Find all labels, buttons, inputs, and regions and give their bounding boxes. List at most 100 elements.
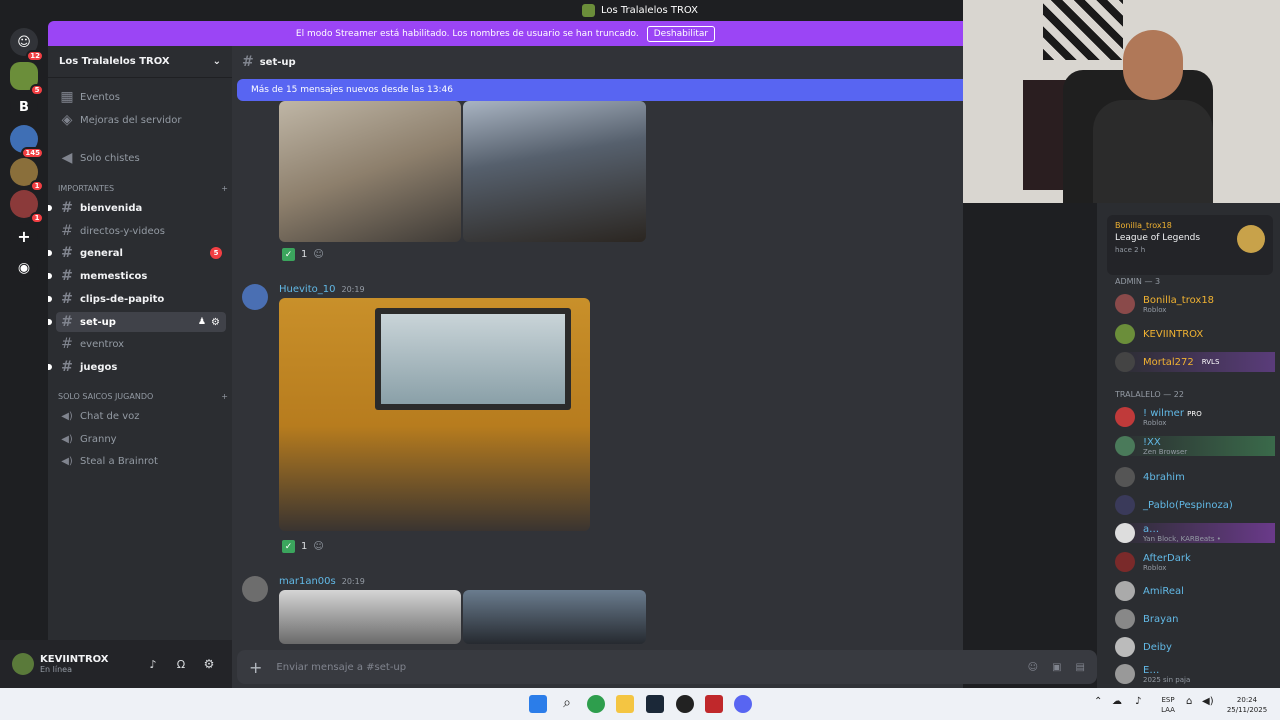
- attachment-image[interactable]: [279, 590, 461, 644]
- channel-directos-y-videos[interactable]: # directos-y-videos: [56, 221, 226, 241]
- server-header[interactable]: Los Tralalelos TROX ⌄: [48, 46, 232, 78]
- server-initial: B: [19, 99, 29, 115]
- attachment-image[interactable]: [279, 298, 590, 531]
- hash-icon: #: [61, 268, 73, 284]
- settings-gear-icon[interactable]: ⚙: [198, 657, 220, 671]
- channel-clips-de-papito[interactable]: # clips-de-papito: [48, 289, 226, 309]
- server-name: Los Tralalelos TROX: [59, 56, 170, 67]
- gift-icon[interactable]: ▤: [1076, 662, 1085, 673]
- member-item[interactable]: 4brahim: [1115, 467, 1185, 487]
- message-input[interactable]: Enviar mensaje a #set-up: [276, 662, 1013, 673]
- plus-icon[interactable]: +: [221, 392, 228, 401]
- cloud-icon[interactable]: ☁: [1112, 697, 1122, 707]
- attachment-image[interactable]: [463, 101, 646, 242]
- member-item[interactable]: !XX Zen Browser: [1115, 436, 1275, 456]
- channel-bienvenida[interactable]: # bienvenida: [48, 198, 226, 218]
- voice-channel-steal[interactable]: ◀) Steal a Brainrot: [56, 451, 226, 471]
- server-icon-trox[interactable]: 5: [10, 62, 44, 96]
- app-icon[interactable]: [676, 695, 694, 713]
- microphone-icon[interactable]: ♪: [142, 658, 164, 671]
- category-solo-saicos[interactable]: SOLO SAICOS JUGANDO +: [58, 392, 228, 401]
- channel-memesticos[interactable]: # memesticos: [48, 266, 226, 286]
- voice-channel-chat[interactable]: ◀) Chat de voz: [56, 406, 226, 426]
- avatar[interactable]: [12, 653, 34, 675]
- voice-channel-granny[interactable]: ◀) Granny: [56, 429, 226, 449]
- disable-streamer-button[interactable]: Deshabilitar: [646, 25, 716, 42]
- activity-card[interactable]: Bonilla_trox18 League of Legends hace 2 …: [1107, 215, 1273, 275]
- reaction-check[interactable]: ✓ 1 ☺: [282, 248, 324, 261]
- gif-icon[interactable]: ▣: [1052, 662, 1061, 673]
- app-icon[interactable]: [705, 695, 723, 713]
- add-server-button[interactable]: +: [10, 222, 38, 250]
- member-item[interactable]: KEVIINTROX: [1115, 324, 1203, 344]
- user-info[interactable]: KEVIINTROX En línea: [40, 654, 136, 674]
- emoji-icon[interactable]: ☺: [1028, 662, 1038, 673]
- language-indicator[interactable]: ESP LAA: [1158, 695, 1178, 715]
- channel-eventrox[interactable]: # eventrox: [56, 334, 226, 354]
- discord-icon[interactable]: [734, 695, 752, 713]
- member-item[interactable]: Brayan: [1115, 609, 1178, 629]
- unread-dot: [48, 296, 52, 302]
- boosts-item[interactable]: ◈ Mejoras del servidor: [56, 110, 226, 130]
- hash-icon: #: [61, 223, 73, 239]
- new-messages-bar[interactable]: Más de 15 mensajes nuevos desde las 13:4…: [237, 79, 963, 101]
- role-category-tralalelo: TRALALELO — 22: [1115, 390, 1184, 399]
- network-icon[interactable]: ⌂: [1186, 697, 1192, 707]
- message-author[interactable]: Huevito_10: [279, 284, 335, 295]
- message-author[interactable]: mar1an00s: [279, 576, 336, 587]
- member-item[interactable]: Deiby: [1115, 637, 1172, 657]
- avatar[interactable]: [242, 284, 268, 310]
- volume-icon[interactable]: ◀): [1202, 697, 1214, 707]
- channel-label: directos-y-videos: [80, 225, 165, 237]
- channel-label: eventrox: [80, 338, 125, 350]
- clock-time: 20:24: [1236, 696, 1258, 704]
- check-icon: ✓: [282, 540, 295, 553]
- chrome-icon[interactable]: [587, 695, 605, 713]
- channel-label: memesticos: [80, 270, 148, 282]
- add-member-icon[interactable]: ♟: [198, 317, 206, 327]
- member-item[interactable]: AfterDark Roblox: [1115, 552, 1191, 572]
- chevron-up-icon[interactable]: ⌃: [1094, 697, 1102, 707]
- member-item[interactable]: _Pablo(Pespinoza): [1115, 495, 1233, 515]
- file-explorer-icon[interactable]: [616, 695, 634, 713]
- member-item[interactable]: Bonilla_trox18 Roblox: [1115, 294, 1214, 314]
- member-item[interactable]: Mortal272 RVLS: [1115, 352, 1275, 372]
- member-item[interactable]: AmiReal: [1115, 581, 1184, 601]
- member-name: ! wilmer: [1143, 407, 1184, 419]
- channel-general[interactable]: # general 5: [48, 243, 226, 263]
- plus-icon[interactable]: +: [221, 184, 228, 193]
- start-icon[interactable]: [529, 695, 547, 713]
- member-item[interactable]: E… 2025 sin paja: [1115, 664, 1190, 684]
- member-name: AfterDark: [1143, 552, 1191, 564]
- settings-gear-icon[interactable]: ⚙: [211, 317, 220, 328]
- explore-servers-button[interactable]: ◉: [10, 254, 38, 282]
- speaker-icon: ◀): [61, 433, 73, 445]
- channel-solo-chistes[interactable]: ◀ Solo chistes: [56, 148, 226, 168]
- member-item[interactable]: a… Yan Block, KARBeats •: [1115, 523, 1275, 543]
- reaction-check[interactable]: ✓ 1 ☺: [282, 540, 324, 553]
- add-reaction-icon[interactable]: ☺: [313, 249, 323, 260]
- streamer-shirt: [1093, 100, 1213, 203]
- microphone-icon[interactable]: ♪: [1135, 697, 1141, 707]
- direct-messages-button[interactable]: ☺ 12: [10, 28, 44, 62]
- streamer-mode-banner: El modo Streamer está habilitado. Los no…: [48, 21, 963, 46]
- add-reaction-icon[interactable]: ☺: [313, 541, 323, 552]
- member-item[interactable]: ! wilmer PRO Roblox: [1115, 407, 1202, 427]
- member-list: Bonilla_trox18 League of Legends hace 2 …: [1097, 203, 1280, 688]
- attachment-image[interactable]: [279, 101, 461, 242]
- server-icon-3[interactable]: 145: [10, 125, 44, 159]
- search-icon[interactable]: ⌕: [558, 695, 576, 713]
- headphones-icon[interactable]: Ω: [170, 658, 192, 671]
- channel-juegos[interactable]: # juegos: [48, 357, 226, 377]
- category-importantes[interactable]: IMPORTANTES +: [58, 184, 228, 193]
- steam-icon[interactable]: [646, 695, 664, 713]
- events-item[interactable]: ▦ Eventos: [56, 87, 226, 107]
- avatar[interactable]: [242, 576, 268, 602]
- server-icon-b[interactable]: B: [10, 93, 38, 121]
- clock[interactable]: 20:24 25/11/2025: [1222, 695, 1272, 715]
- attachment-image[interactable]: [463, 590, 646, 644]
- channel-set-up[interactable]: # set-up ⚙ ♟: [48, 312, 226, 332]
- plus-icon[interactable]: +: [249, 658, 262, 677]
- server-icon-5[interactable]: 1: [10, 190, 44, 224]
- server-icon-4[interactable]: 1: [10, 158, 44, 192]
